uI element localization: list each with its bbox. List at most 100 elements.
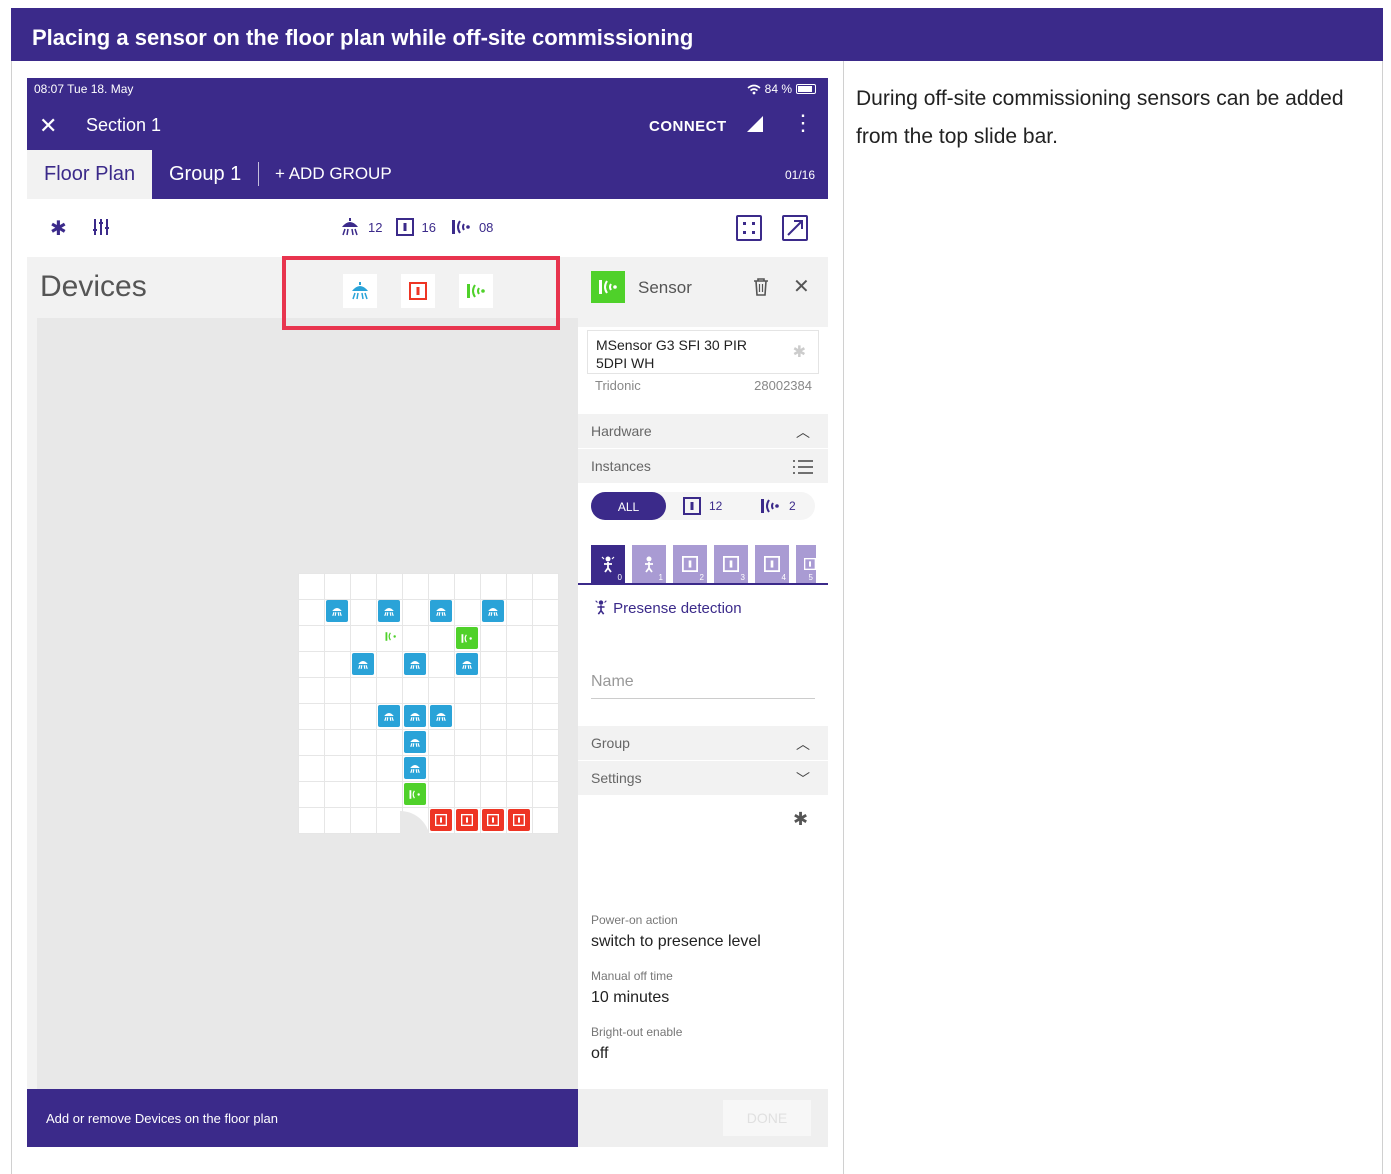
instance-underline (578, 583, 828, 585)
floor-lamp-device[interactable] (404, 757, 426, 779)
instance-number: 1 (658, 573, 663, 582)
instances-section[interactable]: Instances (578, 449, 828, 483)
chevron-up-icon: ︿ (796, 736, 810, 752)
light-sensor-icon (645, 556, 653, 573)
close-icon[interactable]: ✕ (39, 113, 57, 139)
floor-switch-device[interactable] (508, 809, 530, 831)
instance-tile-light[interactable]: 1 (632, 545, 666, 583)
floor-lamp-device[interactable] (404, 653, 426, 675)
sensor-icon (451, 220, 470, 234)
fit-grid-icon[interactable] (736, 215, 762, 241)
floor-switch-device[interactable] (482, 809, 504, 831)
instance-number: 4 (781, 573, 786, 582)
tab-separator (258, 162, 259, 186)
bright-out-label: Bright-out enable (591, 1025, 683, 1039)
plus-icon: + (275, 164, 289, 183)
instances-label: Instances (591, 458, 651, 474)
sliders-icon[interactable] (91, 217, 111, 237)
ghost-sensor-icon (384, 631, 398, 644)
floor-lamp-device[interactable] (430, 705, 452, 727)
panel-header: Sensor ✕ (578, 257, 828, 327)
instance-tile-switch[interactable]: 3 (714, 545, 748, 583)
floor-sensor-device[interactable] (404, 783, 426, 805)
tab-floor-plan[interactable]: Floor Plan (27, 150, 152, 199)
floor-lamp-device[interactable] (404, 705, 426, 727)
instance-number: 3 (740, 573, 745, 582)
hardware-section[interactable]: Hardware ︿ (578, 414, 828, 448)
instance-tile-switch[interactable]: 2 (673, 545, 707, 583)
status-right: 84 % (747, 82, 816, 96)
manual-off-label: Manual off time (591, 969, 673, 983)
switch-icon (723, 556, 739, 572)
filter-sensor-button[interactable]: 2 (759, 497, 796, 515)
instance-filters: ALL 12 2 (591, 492, 815, 520)
frame-left-border (11, 61, 12, 1174)
floor-switch-device[interactable] (456, 809, 478, 831)
toolbar: ✱ 12 16 08 (27, 199, 828, 257)
floor-lamp-device[interactable] (456, 653, 478, 675)
instance-number: 2 (699, 573, 704, 582)
more-menu-icon[interactable]: ⋮ (792, 110, 814, 136)
floor-lamp-device[interactable] (326, 600, 348, 622)
sensor-panel: Sensor ✕ MSensor G3 SFI 30 PIR 5DPI WH ✱… (578, 257, 828, 1089)
floor-lamp-device[interactable] (378, 600, 400, 622)
lamp-icon (342, 218, 358, 236)
done-button[interactable]: DONE (723, 1100, 811, 1136)
settings-gear-icon[interactable]: ✱ (793, 809, 808, 830)
devices-title: Devices (40, 270, 147, 303)
instance-tile-switch[interactable]: 4 (755, 545, 789, 583)
panel-title: Sensor (638, 278, 692, 297)
description-text: During off-site commissioning sensors ca… (856, 87, 1344, 148)
instance-tile-switch[interactable]: 5 (796, 545, 816, 583)
switch-icon (683, 497, 701, 515)
instance-number: 0 (617, 573, 622, 582)
tab-group-1[interactable]: Group 1 (169, 163, 241, 186)
gear-icon[interactable]: ✱ (50, 216, 67, 241)
floor-switch-device[interactable] (430, 809, 452, 831)
battery-icon (796, 84, 816, 94)
filter-sensor-count: 2 (789, 499, 796, 513)
manual-off-value[interactable]: 10 minutes (591, 989, 669, 1007)
group-section[interactable]: Group ︿ (578, 726, 828, 760)
connect-button[interactable]: CONNECT (649, 118, 727, 135)
bright-out-value[interactable]: off (591, 1045, 609, 1063)
instance-tile-presence[interactable]: 0 (591, 545, 625, 583)
floor-sensor-device[interactable] (456, 627, 478, 649)
sensor-badge-icon (591, 271, 625, 303)
title-bar: ✕ Section 1 CONNECT ⋮ (27, 100, 828, 150)
fit-grid-glyph (743, 222, 755, 234)
resize-icon[interactable] (782, 215, 808, 241)
tab-counter: 01/16 (784, 168, 815, 182)
power-on-value[interactable]: switch to presence level (591, 933, 761, 951)
add-group-button[interactable]: + ADD GROUP (275, 164, 392, 184)
product-box[interactable]: MSensor G3 SFI 30 PIR 5DPI WH ✱ (587, 330, 819, 374)
list-icon[interactable] (793, 460, 813, 474)
filter-all-button[interactable]: ALL (591, 492, 666, 520)
sensor-icon (599, 280, 617, 294)
floor-lamp-device[interactable] (378, 705, 400, 727)
highlight-box (282, 256, 560, 330)
settings-section[interactable]: Settings ﹀ (578, 761, 828, 795)
tab-bar: Floor Plan Group 1 + ADD GROUP 01/16 (27, 150, 828, 199)
footer-hint: Add or remove Devices on the floor plan (27, 1089, 578, 1147)
name-underline (591, 698, 815, 699)
lamp-count: 12 (368, 219, 383, 235)
floor-lamp-device[interactable] (352, 653, 374, 675)
frame-middle-border (843, 61, 844, 1174)
floor-lamp-device[interactable] (482, 600, 504, 622)
filter-switch-button[interactable]: 12 (683, 497, 722, 515)
name-input[interactable]: Name (591, 673, 634, 691)
trash-icon[interactable] (752, 277, 770, 297)
product-gear-icon[interactable]: ✱ (793, 344, 806, 362)
close-icon[interactable]: ✕ (793, 274, 810, 299)
switch-icon (682, 556, 698, 572)
switch-icon (764, 556, 780, 572)
section-title: Section 1 (86, 115, 162, 135)
resize-glyph (787, 220, 803, 236)
floor-lamp-device[interactable] (430, 600, 452, 622)
filter-switch-count: 12 (709, 499, 723, 513)
presence-label: Presense detection (613, 600, 742, 617)
add-group-label: ADD GROUP (288, 164, 392, 183)
floor-lamp-device[interactable] (404, 731, 426, 753)
